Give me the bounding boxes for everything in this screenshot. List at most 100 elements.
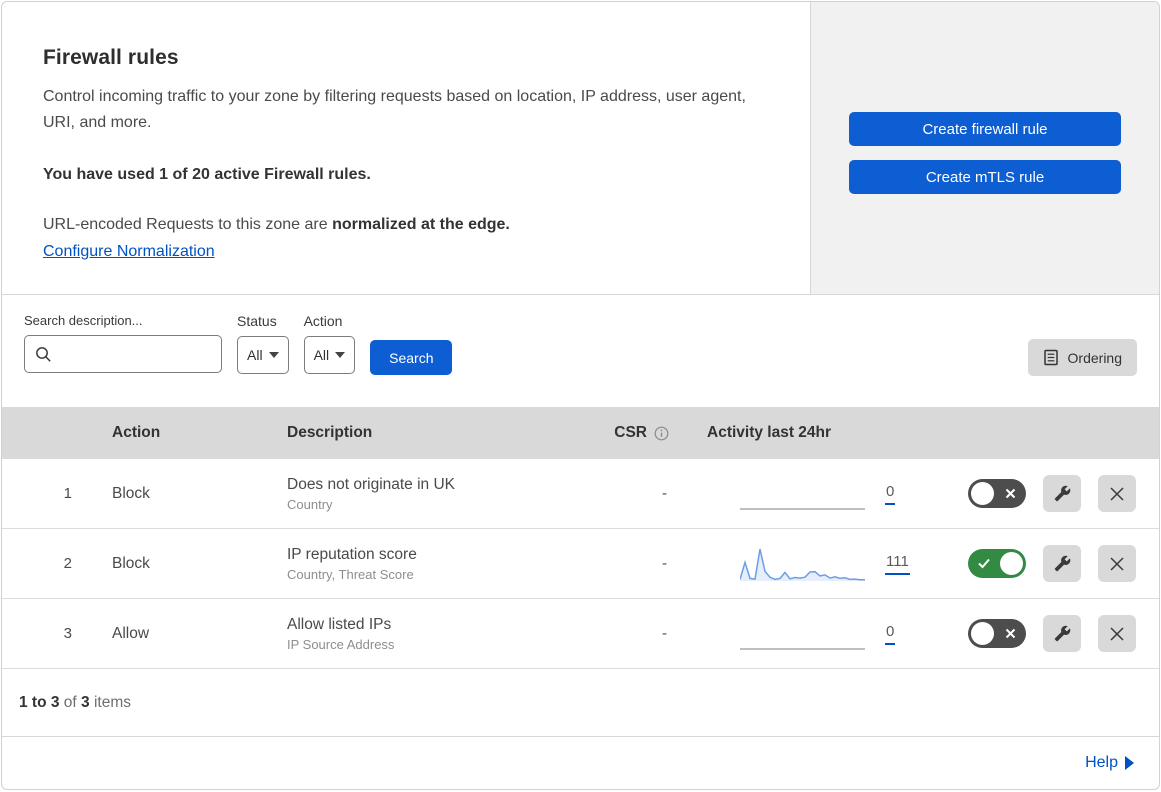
help-arrow-icon [1125, 756, 1134, 770]
help-link[interactable]: Help [1085, 754, 1134, 772]
rule-enabled-toggle[interactable] [968, 619, 1026, 648]
search-group: Search description... [24, 313, 222, 373]
rule-description-cell: Allow listed IPs IP Source Address [267, 616, 557, 652]
rule-priority: 1 [63, 485, 72, 502]
page-description: Control incoming traffic to your zone by… [43, 88, 746, 131]
chevron-down-icon [268, 352, 279, 358]
create-firewall-rule-button[interactable]: Create firewall rule [849, 112, 1121, 146]
page-title: Firewall rules [43, 46, 179, 69]
ordering-button-label: Ordering [1067, 349, 1122, 366]
action-label: Action [303, 313, 343, 329]
search-label: Search description... [24, 313, 143, 328]
normalization-note-text: URL-encoded Requests to this zone are [43, 216, 333, 233]
help-link-label: Help [1085, 754, 1118, 771]
table-row: 1 Block Does not originate in UK Country… [2, 459, 1159, 529]
activity-count-link[interactable]: 0 [885, 483, 896, 505]
pagination-range: 1 to 3 [19, 693, 60, 711]
rule-activity-cell: 0 [677, 475, 927, 513]
edit-rule-button[interactable] [1043, 615, 1081, 652]
rule-priority: 2 [63, 555, 72, 572]
rule-action: Allow [112, 624, 150, 642]
close-icon [1110, 556, 1124, 571]
delete-rule-button[interactable] [1098, 475, 1136, 512]
intro-text-panel: Firewall rules Control incoming traffic … [2, 2, 811, 294]
create-mtls-rule-button[interactable]: Create mTLS rule [849, 160, 1121, 194]
info-icon[interactable] [654, 426, 669, 441]
firewall-rules-card: Firewall rules Control incoming traffic … [1, 1, 1160, 790]
intro-section: Firewall rules Control incoming traffic … [2, 2, 1159, 295]
normalization-note-bold: normalized at the edge. [332, 216, 510, 233]
table-row: 3 Allow Allow listed IPs IP Source Addre… [2, 599, 1159, 669]
rule-enabled-toggle[interactable] [968, 549, 1026, 578]
search-input-wrapper [24, 335, 222, 373]
activity-sparkline [739, 545, 865, 583]
status-dropdown[interactable]: All [237, 336, 289, 374]
edit-rule-button[interactable] [1043, 545, 1081, 582]
table-header: Action Description CSR Activity last 24h… [2, 407, 1159, 459]
rule-action: Block [112, 484, 150, 502]
pagination-of: of [59, 693, 82, 711]
col-action: Action [112, 424, 161, 441]
rule-description: Allow listed IPs [287, 615, 392, 633]
col-csr: CSR [614, 424, 677, 442]
pagination-items: items [89, 693, 131, 711]
rule-fields: Country [287, 496, 333, 512]
rule-csr-value: - [662, 625, 667, 642]
normalization-note: URL-encoded Requests to this zone are no… [43, 212, 762, 238]
col-csr-label: CSR [614, 424, 647, 441]
delete-rule-button[interactable] [1098, 615, 1136, 652]
status-dropdown-value: All [247, 347, 263, 363]
wrench-icon [1054, 625, 1070, 642]
rule-description: Does not originate in UK [287, 475, 456, 493]
status-label: Status [237, 313, 277, 329]
ordering-button[interactable]: Ordering [1027, 339, 1137, 376]
action-panel: Create firewall rule Create mTLS rule [811, 2, 1159, 294]
rule-description: IP reputation score [287, 545, 417, 563]
search-icon [36, 346, 51, 362]
activity-sparkline [740, 475, 865, 513]
usage-summary: You have used 1 of 20 active Firewall ru… [43, 166, 371, 183]
chevron-down-icon [335, 352, 346, 358]
toggle-off-x-icon [1005, 628, 1016, 639]
rule-controls [927, 545, 1159, 582]
col-description: Description [287, 424, 373, 441]
edit-rule-button[interactable] [1043, 475, 1081, 512]
table-row: 2 Block IP reputation score Country, Thr… [2, 529, 1159, 599]
search-button[interactable]: Search [370, 340, 453, 375]
toggle-knob [971, 622, 994, 645]
rule-fields: IP Source Address [287, 636, 395, 652]
activity-count-link[interactable]: 0 [885, 623, 896, 645]
rule-csr-value: - [662, 555, 667, 572]
search-input[interactable] [60, 346, 211, 362]
col-activity: Activity last 24hr [707, 424, 832, 441]
rule-priority: 3 [63, 625, 72, 642]
toggle-knob [971, 482, 994, 505]
close-icon [1110, 626, 1124, 641]
ordering-list-icon [1043, 349, 1058, 366]
configure-normalization-link[interactable]: Configure Normalization [43, 243, 215, 260]
activity-count-link[interactable]: 111 [885, 553, 910, 575]
toggle-knob [1000, 552, 1023, 575]
rule-csr-value: - [662, 485, 667, 502]
toggle-on-check-icon [978, 558, 990, 569]
rule-activity-cell: 111 [677, 545, 927, 583]
rule-description-cell: Does not originate in UK Country [267, 476, 557, 512]
pagination-summary: 1 to 3 of 3 items [2, 669, 1159, 737]
rule-enabled-toggle[interactable] [968, 479, 1026, 508]
activity-sparkline [740, 615, 865, 653]
rule-fields: Country, Threat Score [287, 566, 414, 582]
rule-description-cell: IP reputation score Country, Threat Scor… [267, 546, 557, 582]
close-icon [1110, 486, 1124, 501]
filter-bar: Search description... Status All Action … [2, 295, 1159, 407]
help-bar: Help [2, 737, 1159, 789]
delete-rule-button[interactable] [1098, 545, 1136, 582]
wrench-icon [1054, 485, 1070, 502]
rule-controls [927, 475, 1159, 512]
wrench-icon [1054, 555, 1070, 572]
rule-controls [927, 615, 1159, 652]
action-dropdown[interactable]: All [303, 336, 356, 374]
action-filter-group: Action All [303, 313, 356, 374]
toggle-off-x-icon [1005, 488, 1016, 499]
rule-action: Block [112, 554, 150, 572]
status-filter-group: Status All [237, 313, 289, 374]
